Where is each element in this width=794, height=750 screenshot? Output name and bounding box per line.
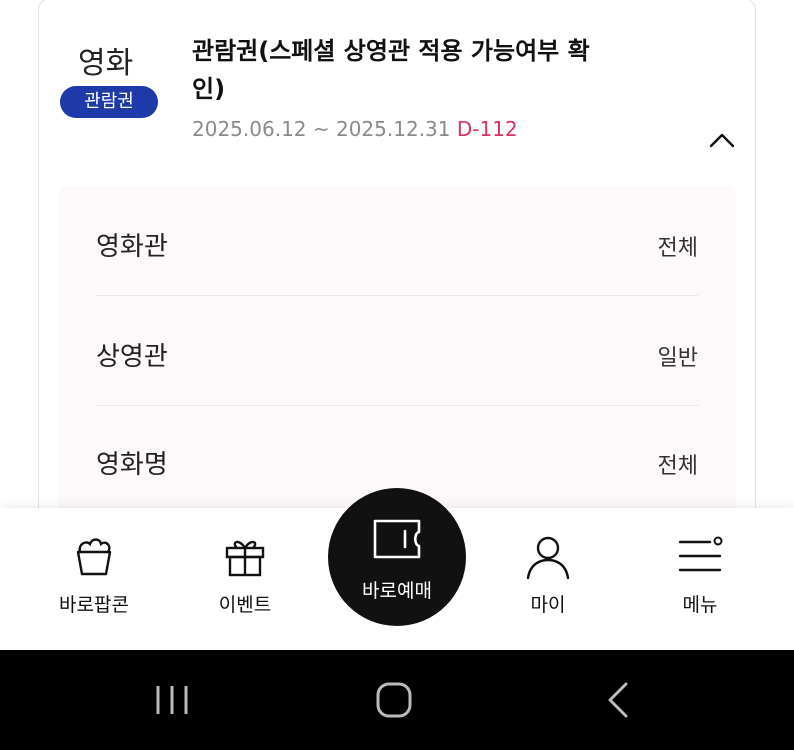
tab-label: 마이	[530, 594, 566, 616]
detail-value: 일반	[657, 346, 698, 371]
home-icon[interactable]	[364, 678, 424, 722]
detail-row-theater: 영화관 전체	[96, 186, 698, 294]
tab-event[interactable]: 이벤트	[175, 508, 315, 650]
tab-my[interactable]: 마이	[478, 508, 618, 650]
back-icon[interactable]	[588, 678, 648, 722]
recent-apps-icon[interactable]	[142, 678, 202, 722]
category-badge: 관람권	[60, 86, 158, 118]
booking-label: 바로예매	[362, 580, 432, 602]
ticket-detail-box: 영화관 전체 상영관 일반 영화명 전체	[58, 186, 736, 516]
quick-booking-button[interactable]: 바로예매	[328, 488, 466, 626]
ticket-title: 관람권(스페셜 상영관 적용 가능여부 확인)	[192, 37, 590, 103]
tab-popcorn[interactable]: 바로팝콘	[24, 508, 164, 650]
validity-period: 2025.06.12 ~ 2025.12.31 D-112	[192, 117, 518, 141]
person-icon	[526, 536, 570, 580]
detail-row-screen: 상영관 일반	[96, 296, 698, 404]
ticket-icon	[373, 519, 421, 559]
detail-label: 영화관	[96, 232, 168, 262]
dday-badge: D-112	[456, 117, 518, 141]
detail-label: 상영관	[96, 342, 168, 372]
category-label: 영화	[78, 46, 134, 81]
tab-label: 바로팝콘	[59, 594, 129, 616]
gift-icon	[225, 540, 265, 577]
detail-value: 전체	[657, 454, 698, 479]
tab-label: 메뉴	[682, 594, 718, 616]
detail-label: 영화명	[96, 450, 168, 480]
hamburger-icon	[678, 536, 723, 572]
period-dates: 2025.06.12 ~ 2025.12.31	[192, 117, 451, 141]
detail-value: 전체	[657, 236, 698, 261]
tab-menu[interactable]: 메뉴	[630, 508, 770, 650]
popcorn-icon	[76, 538, 112, 576]
tab-label: 이벤트	[218, 594, 272, 616]
system-navigation-bar	[0, 650, 794, 750]
chevron-up-icon[interactable]	[708, 130, 736, 150]
